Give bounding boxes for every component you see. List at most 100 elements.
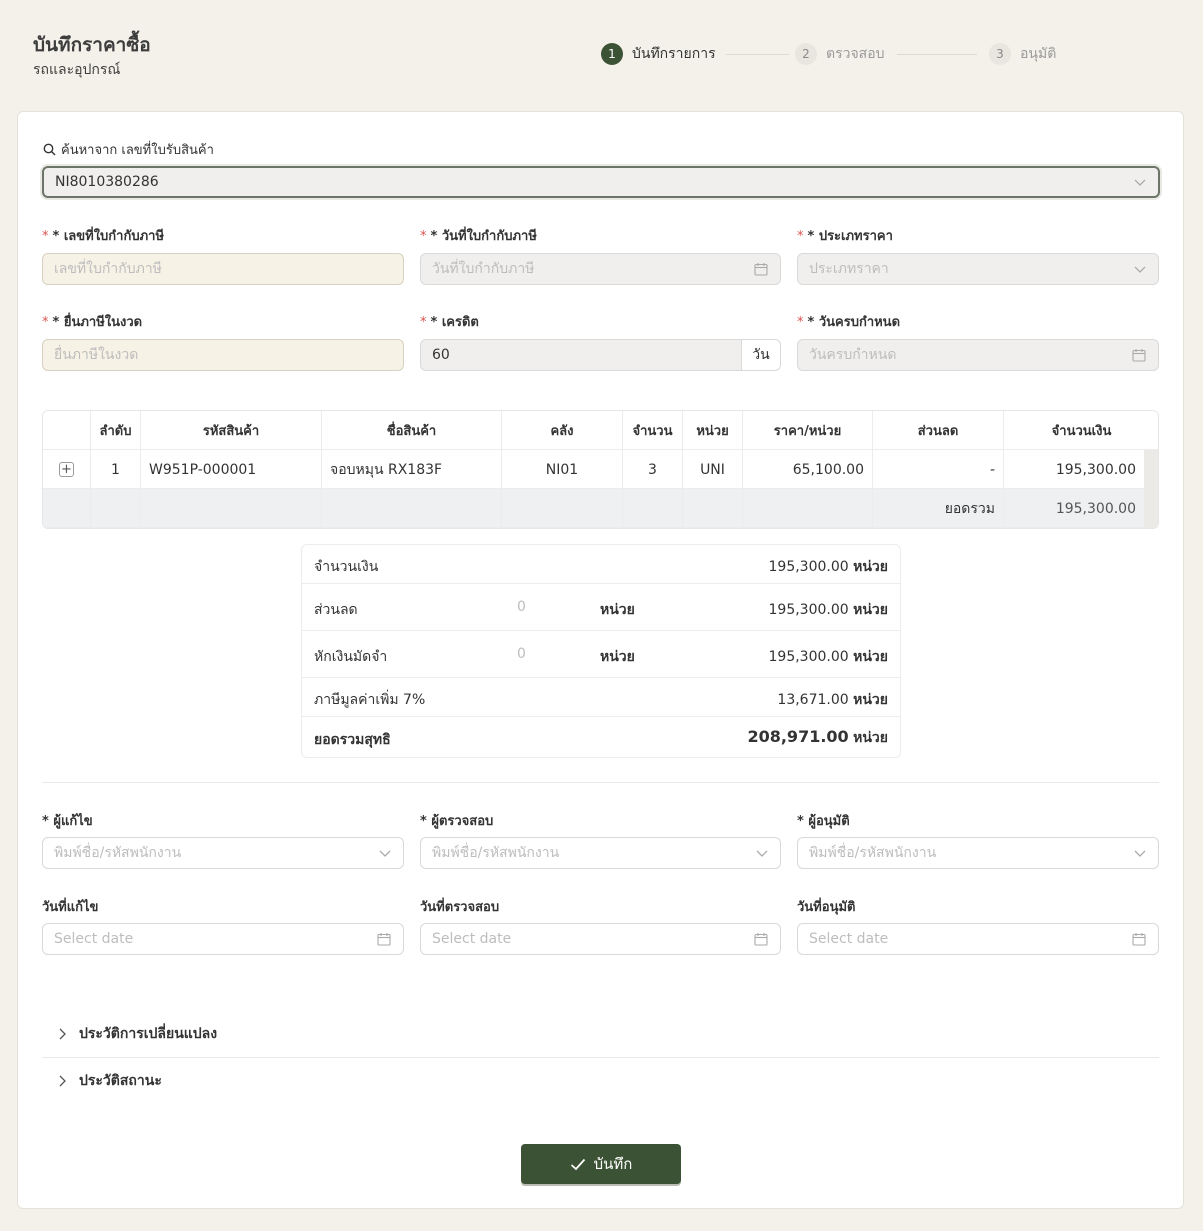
save-button[interactable]: บันทึก <box>521 1144 681 1184</box>
save-button-label: บันทึก <box>593 1155 633 1173</box>
chevron-down-icon <box>1134 179 1146 186</box>
credit-input[interactable]: 60 <box>420 339 742 371</box>
th-qty: จำนวน <box>623 411 683 450</box>
th-code: รหัสสินค้า <box>141 411 322 450</box>
step-label: ตรวจสอบ <box>826 46 885 62</box>
th-name: ชื่อสินค้า <box>322 411 502 450</box>
chevron-down-icon <box>1134 850 1146 857</box>
cell-code: W951P-000001 <box>141 450 322 489</box>
check-date-picker[interactable]: Select date <box>420 923 781 955</box>
editor-label: * ผู้แก้ไข <box>42 814 93 829</box>
cell-name: จอบหมุน RX183F <box>322 450 502 489</box>
receipt-search-value: NI8010380286 <box>55 174 159 190</box>
due-date-picker[interactable]: วันครบกำหนด <box>797 339 1159 371</box>
tax-period-input[interactable]: ยื่นภาษีในงวด <box>42 339 404 371</box>
footer-cell <box>743 489 873 528</box>
credit-label: * * เครดิต <box>420 315 479 330</box>
placeholder: ประเภทราคา <box>809 261 889 277</box>
summary-vat-value: 13,671.00 หน่วย <box>777 692 888 708</box>
change-history-label: ประวัติการเปลี่ยนแปลง <box>79 1026 218 1042</box>
summary-vat-row: ภาษีมูลค่าเพิ่ม 7% 13,671.00 หน่วย <box>302 678 900 717</box>
receipt-search-select[interactable]: NI8010380286 <box>42 166 1160 198</box>
chevron-right-icon <box>59 1075 66 1087</box>
chevron-down-icon <box>756 850 768 857</box>
edit-date-picker[interactable]: Select date <box>42 923 404 955</box>
cell-warehouse: NI01 <box>502 450 623 489</box>
step-connector <box>897 54 977 55</box>
credit-suffix: วัน <box>742 339 781 371</box>
footer-total-value: 195,300.00 <box>1004 489 1145 528</box>
footer-cell <box>141 489 322 528</box>
approve-date-picker[interactable]: Select date <box>797 923 1159 955</box>
summary-net-row: ยอดรวมสุทธิ 208,971.00 หน่วย <box>302 717 900 757</box>
tax-period-label: * * ยื่นภาษีในงวด <box>42 315 143 330</box>
approve-date-label: วันที่อนุมัติ <box>797 900 856 915</box>
editor-select[interactable]: พิมพ์ชื่อ/รหัสพนักงาน <box>42 837 404 869</box>
footer-cell <box>502 489 623 528</box>
summary-deposit-value: 195,300.00 หน่วย <box>768 649 889 665</box>
cell-seq: 1 <box>91 450 141 489</box>
placeholder: Select date <box>432 931 512 947</box>
tax-invoice-date-label: * * วันที่ใบกำกับภาษี <box>420 229 537 244</box>
calendar-icon <box>754 933 768 946</box>
th-amount: จำนวนเงิน <box>1051 424 1112 439</box>
credit-value: 60 <box>432 347 450 363</box>
cell-price: 65,100.00 <box>743 450 873 489</box>
table-scrollbar[interactable] <box>1144 450 1158 528</box>
step-review: 2 ตรวจสอบ <box>795 43 885 65</box>
form-card: ค้นหาจาก เลขที่ใบรับสินค้า NI8010380286 … <box>17 111 1184 1209</box>
cell-qty: 3 <box>623 450 683 489</box>
search-label: ค้นหาจาก เลขที่ใบรับสินค้า <box>43 139 214 160</box>
th-warehouse: คลัง <box>502 411 623 450</box>
tax-invoice-no-label: * * เลขที่ใบกำกับภาษี <box>42 229 165 244</box>
check-icon <box>570 1158 585 1170</box>
placeholder: Select date <box>54 931 134 947</box>
th-expand <box>43 411 91 450</box>
due-date-label: * * วันครบกำหนด <box>797 315 901 330</box>
page-title: บันทึกราคาซื้อ <box>33 34 151 56</box>
placeholder: ยื่นภาษีในงวด <box>54 347 139 363</box>
table-header-row: ลำดับ รหัสสินค้า ชื่อสินค้า คลัง จำนวน ห… <box>43 411 1158 450</box>
summary-vat-label: ภาษีมูลค่าเพิ่ม 7% <box>314 692 426 708</box>
placeholder: พิมพ์ชื่อ/รหัสพนักงาน <box>54 845 182 861</box>
placeholder: วันที่ใบกำกับภาษี <box>432 261 535 277</box>
checker-select[interactable]: พิมพ์ชื่อ/รหัสพนักงาน <box>420 837 781 869</box>
summary-discount-row: ส่วนลด 0 หน่วย 195,300.00 หน่วย <box>302 584 900 631</box>
tax-invoice-date-picker[interactable]: วันที่ใบกำกับภาษี <box>420 253 781 285</box>
expand-row-button[interactable]: + <box>59 462 74 477</box>
summary-discount-label: ส่วนลด <box>314 602 358 618</box>
summary-deposit-label: หักเงินมัดจำ <box>314 649 388 665</box>
footer-cell <box>91 489 141 528</box>
placeholder: พิมพ์ชื่อ/รหัสพนักงาน <box>432 845 560 861</box>
calendar-icon <box>754 263 768 276</box>
step-number: 2 <box>795 43 817 65</box>
summary-panel: จำนวนเงิน 195,300.00 หน่วย ส่วนลด 0 หน่ว… <box>301 544 901 758</box>
discount-input-unit: หน่วย <box>600 602 635 618</box>
summary-net-label: ยอดรวมสุทธิ <box>314 732 391 748</box>
cell-unit: UNI <box>683 450 743 489</box>
placeholder: Select date <box>809 931 889 947</box>
step-record: 1 บันทึกรายการ <box>601 43 716 65</box>
discount-input[interactable]: 0 <box>517 599 526 615</box>
status-history-label: ประวัติสถานะ <box>79 1073 162 1089</box>
price-type-select[interactable]: ประเภทราคา <box>797 253 1159 285</box>
summary-net-value: 208,971.00 หน่วย <box>747 727 888 746</box>
deposit-input[interactable]: 0 <box>517 646 526 662</box>
change-history-panel[interactable]: ประวัติการเปลี่ยนแปลง <box>42 1011 1159 1057</box>
approver-select[interactable]: พิมพ์ชื่อ/รหัสพนักงาน <box>797 837 1159 869</box>
status-history-panel[interactable]: ประวัติสถานะ <box>42 1058 1159 1104</box>
check-date-label: วันที่ตรวจสอบ <box>420 900 500 915</box>
step-approve: 3 อนุมัติ <box>989 43 1056 65</box>
tax-invoice-no-input[interactable]: เลขที่ใบกำกับภาษี <box>42 253 404 285</box>
expand-cell: + <box>43 450 91 489</box>
stepper: 1 บันทึกรายการ 2 ตรวจสอบ 3 อนุมัติ <box>601 43 1061 65</box>
placeholder: วันครบกำหนด <box>809 347 897 363</box>
step-connector <box>726 54 789 55</box>
th-price: ราคา/หน่วย <box>743 411 873 450</box>
chevron-right-icon <box>59 1028 66 1040</box>
deposit-input-unit: หน่วย <box>600 649 635 665</box>
step-label: อนุมัติ <box>1020 46 1057 62</box>
page-subtitle: รถและอุปกรณ์ <box>33 62 121 78</box>
price-type-label: * * ประเภทราคา <box>797 229 893 244</box>
th-discount: ส่วนลด <box>873 411 1004 450</box>
